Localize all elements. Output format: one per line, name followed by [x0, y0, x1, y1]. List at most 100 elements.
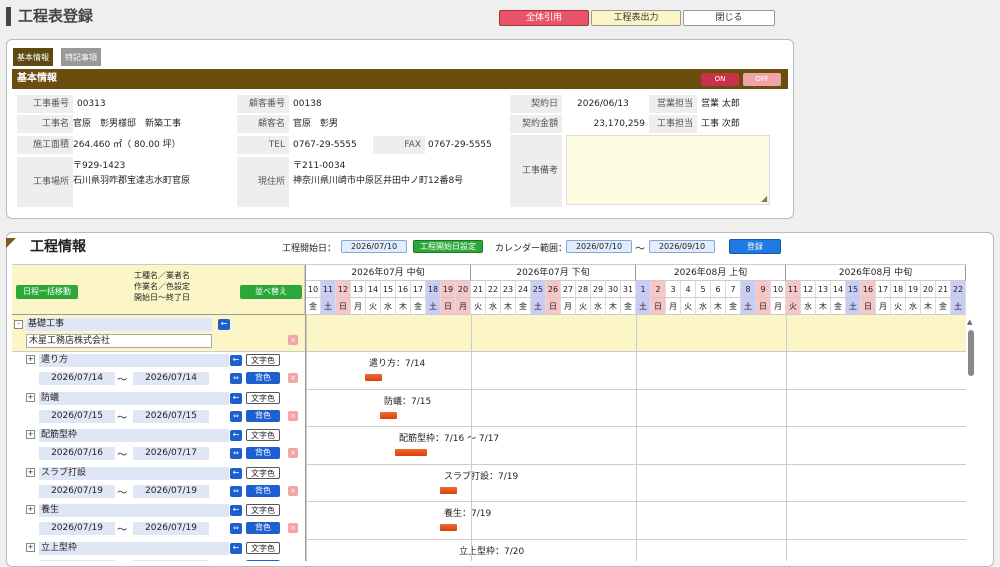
swap-icon[interactable]: ⇔: [230, 448, 242, 459]
delete-icon[interactable]: ×: [288, 485, 298, 496]
day-number: 21: [936, 281, 951, 298]
task-end-date[interactable]: 2026/07/17: [133, 447, 209, 460]
day-number: 22: [486, 281, 501, 298]
bg-color-button[interactable]: 背色: [246, 484, 280, 497]
bg-color-button[interactable]: 背色: [246, 447, 280, 459]
task-bar[interactable]: [380, 411, 397, 419]
header-dates: 開始日～終了日: [134, 293, 190, 302]
task-bar[interactable]: [395, 449, 427, 456]
expand-icon[interactable]: +: [26, 355, 35, 364]
sort-button[interactable]: 並べ替え: [240, 285, 302, 299]
bg-color-button[interactable]: 背色: [246, 409, 280, 422]
bg-color-button[interactable]: 背色: [246, 372, 280, 384]
task-end-date[interactable]: 2026/07/19: [133, 522, 209, 535]
move-left-icon[interactable]: ←: [218, 319, 230, 330]
move-left-icon[interactable]: ←: [230, 430, 242, 441]
task-start-date[interactable]: 2026/07/19: [39, 484, 115, 498]
task-end-date[interactable]: 2026/07/14: [133, 372, 209, 385]
delete-icon[interactable]: ×: [288, 410, 298, 421]
expand-icon[interactable]: +: [26, 392, 35, 402]
task-start-date[interactable]: 2026/07/19: [39, 522, 115, 535]
swap-icon[interactable]: ⇔: [230, 485, 242, 497]
day-number: 19: [441, 281, 456, 298]
scrollbar-thumb[interactable]: [968, 330, 974, 376]
export-schedule-button[interactable]: 工程表出力: [591, 10, 681, 26]
task-end-date[interactable]: 2026/07/15: [133, 409, 209, 423]
collapse-icon[interactable]: -: [14, 320, 23, 329]
toggle-off-button[interactable]: OFF: [743, 73, 781, 86]
day-number: 14: [831, 281, 846, 298]
move-left-icon[interactable]: ←: [230, 505, 242, 516]
customer-name-label: 顧客名: [237, 115, 289, 133]
toggle-on-button[interactable]: ON: [701, 73, 739, 86]
move-left-icon[interactable]: ←: [230, 392, 242, 404]
day-weekday: 土: [741, 298, 756, 315]
task-end-date[interactable]: 2026/07/19: [133, 484, 209, 498]
close-button[interactable]: 閉じる: [683, 10, 775, 26]
task-start-date[interactable]: 2026/07/15: [39, 409, 115, 423]
start-date-label: 工程開始日：: [282, 244, 337, 254]
text-color-button[interactable]: 文字色: [246, 354, 280, 366]
move-left-icon[interactable]: ←: [230, 542, 242, 554]
day-weekday: 日: [336, 298, 351, 315]
day-number: 13: [816, 281, 831, 298]
day-number: 17: [411, 281, 426, 298]
text-color-button[interactable]: 文字色: [246, 504, 280, 516]
delete-icon[interactable]: ×: [288, 335, 298, 345]
task-bar-label: 配筋型枠：7/16 ～ 7/17: [399, 434, 500, 444]
text-color-button[interactable]: 文字色: [246, 429, 280, 441]
day-weekday: 金: [411, 298, 426, 315]
floor-area-label: 施工面積: [17, 136, 73, 154]
expand-icon[interactable]: +: [26, 430, 35, 439]
day-weekday: 火: [471, 298, 486, 315]
bulk-move-button[interactable]: 日程一括移動: [16, 285, 78, 299]
contract-amount-label: 契約金額: [510, 115, 562, 133]
delete-icon[interactable]: ×: [288, 523, 298, 533]
day-weekday: 金: [306, 298, 321, 315]
range-from-input[interactable]: 2026/07/10: [566, 240, 632, 253]
set-start-date-button[interactable]: 工程開始日設定: [413, 240, 483, 253]
swap-icon[interactable]: ⇔: [230, 523, 242, 534]
customer-name-value: 官原 彰男: [293, 119, 339, 129]
swap-icon[interactable]: ⇔: [230, 410, 242, 422]
pane-divider: [305, 265, 306, 561]
task-start-date[interactable]: 2026/07/16: [39, 447, 115, 460]
expand-icon[interactable]: +: [26, 542, 35, 552]
day-number: 18: [426, 281, 441, 298]
start-date-input[interactable]: 2026/07/10: [341, 240, 407, 253]
day-weekday: 月: [456, 298, 471, 315]
task-bar[interactable]: [440, 486, 457, 494]
all-quote-button[interactable]: 全体引用: [499, 10, 589, 26]
move-left-icon[interactable]: ←: [230, 467, 242, 479]
day-number: 28: [576, 281, 591, 298]
basic-info-header: 基本情報: [12, 69, 788, 89]
scroll-up-icon[interactable]: ▲: [967, 318, 972, 326]
resize-grip-icon[interactable]: ◢: [761, 194, 767, 203]
day-weekday: 火: [366, 298, 381, 315]
day-weekday: 日: [441, 298, 456, 315]
tab-basic-info[interactable]: 基本情報: [12, 47, 54, 67]
delete-icon[interactable]: ×: [288, 373, 298, 383]
header-trade: 工種名／業者名: [134, 271, 190, 280]
tab-special-notes[interactable]: 特記事項: [60, 47, 102, 67]
text-color-button[interactable]: 文字色: [246, 541, 280, 554]
move-left-icon[interactable]: ←: [230, 355, 242, 366]
day-number: 19: [906, 281, 921, 298]
bg-color-button[interactable]: 背色: [246, 522, 280, 534]
vendor-input[interactable]: 木星工務店株式会社: [26, 334, 212, 348]
period-header: 2026年07月 中旬: [306, 265, 471, 281]
task-start-date[interactable]: 2026/07/14: [39, 372, 115, 385]
delete-icon[interactable]: ×: [288, 448, 298, 458]
text-color-button[interactable]: 文字色: [246, 391, 280, 404]
range-to-input[interactable]: 2026/09/10: [649, 240, 715, 253]
expand-icon[interactable]: +: [26, 505, 35, 514]
floor-area-value: 264.460 ㎡（ 80.00 坪）: [73, 140, 181, 150]
day-weekday: 金: [831, 298, 846, 315]
expand-icon[interactable]: +: [26, 467, 35, 477]
task-bar[interactable]: [440, 524, 457, 531]
remarks-textarea[interactable]: [566, 135, 770, 205]
text-color-button[interactable]: 文字色: [246, 466, 280, 479]
task-bar[interactable]: [365, 374, 382, 381]
register-button[interactable]: 登録: [729, 239, 781, 254]
swap-icon[interactable]: ⇔: [230, 373, 242, 384]
